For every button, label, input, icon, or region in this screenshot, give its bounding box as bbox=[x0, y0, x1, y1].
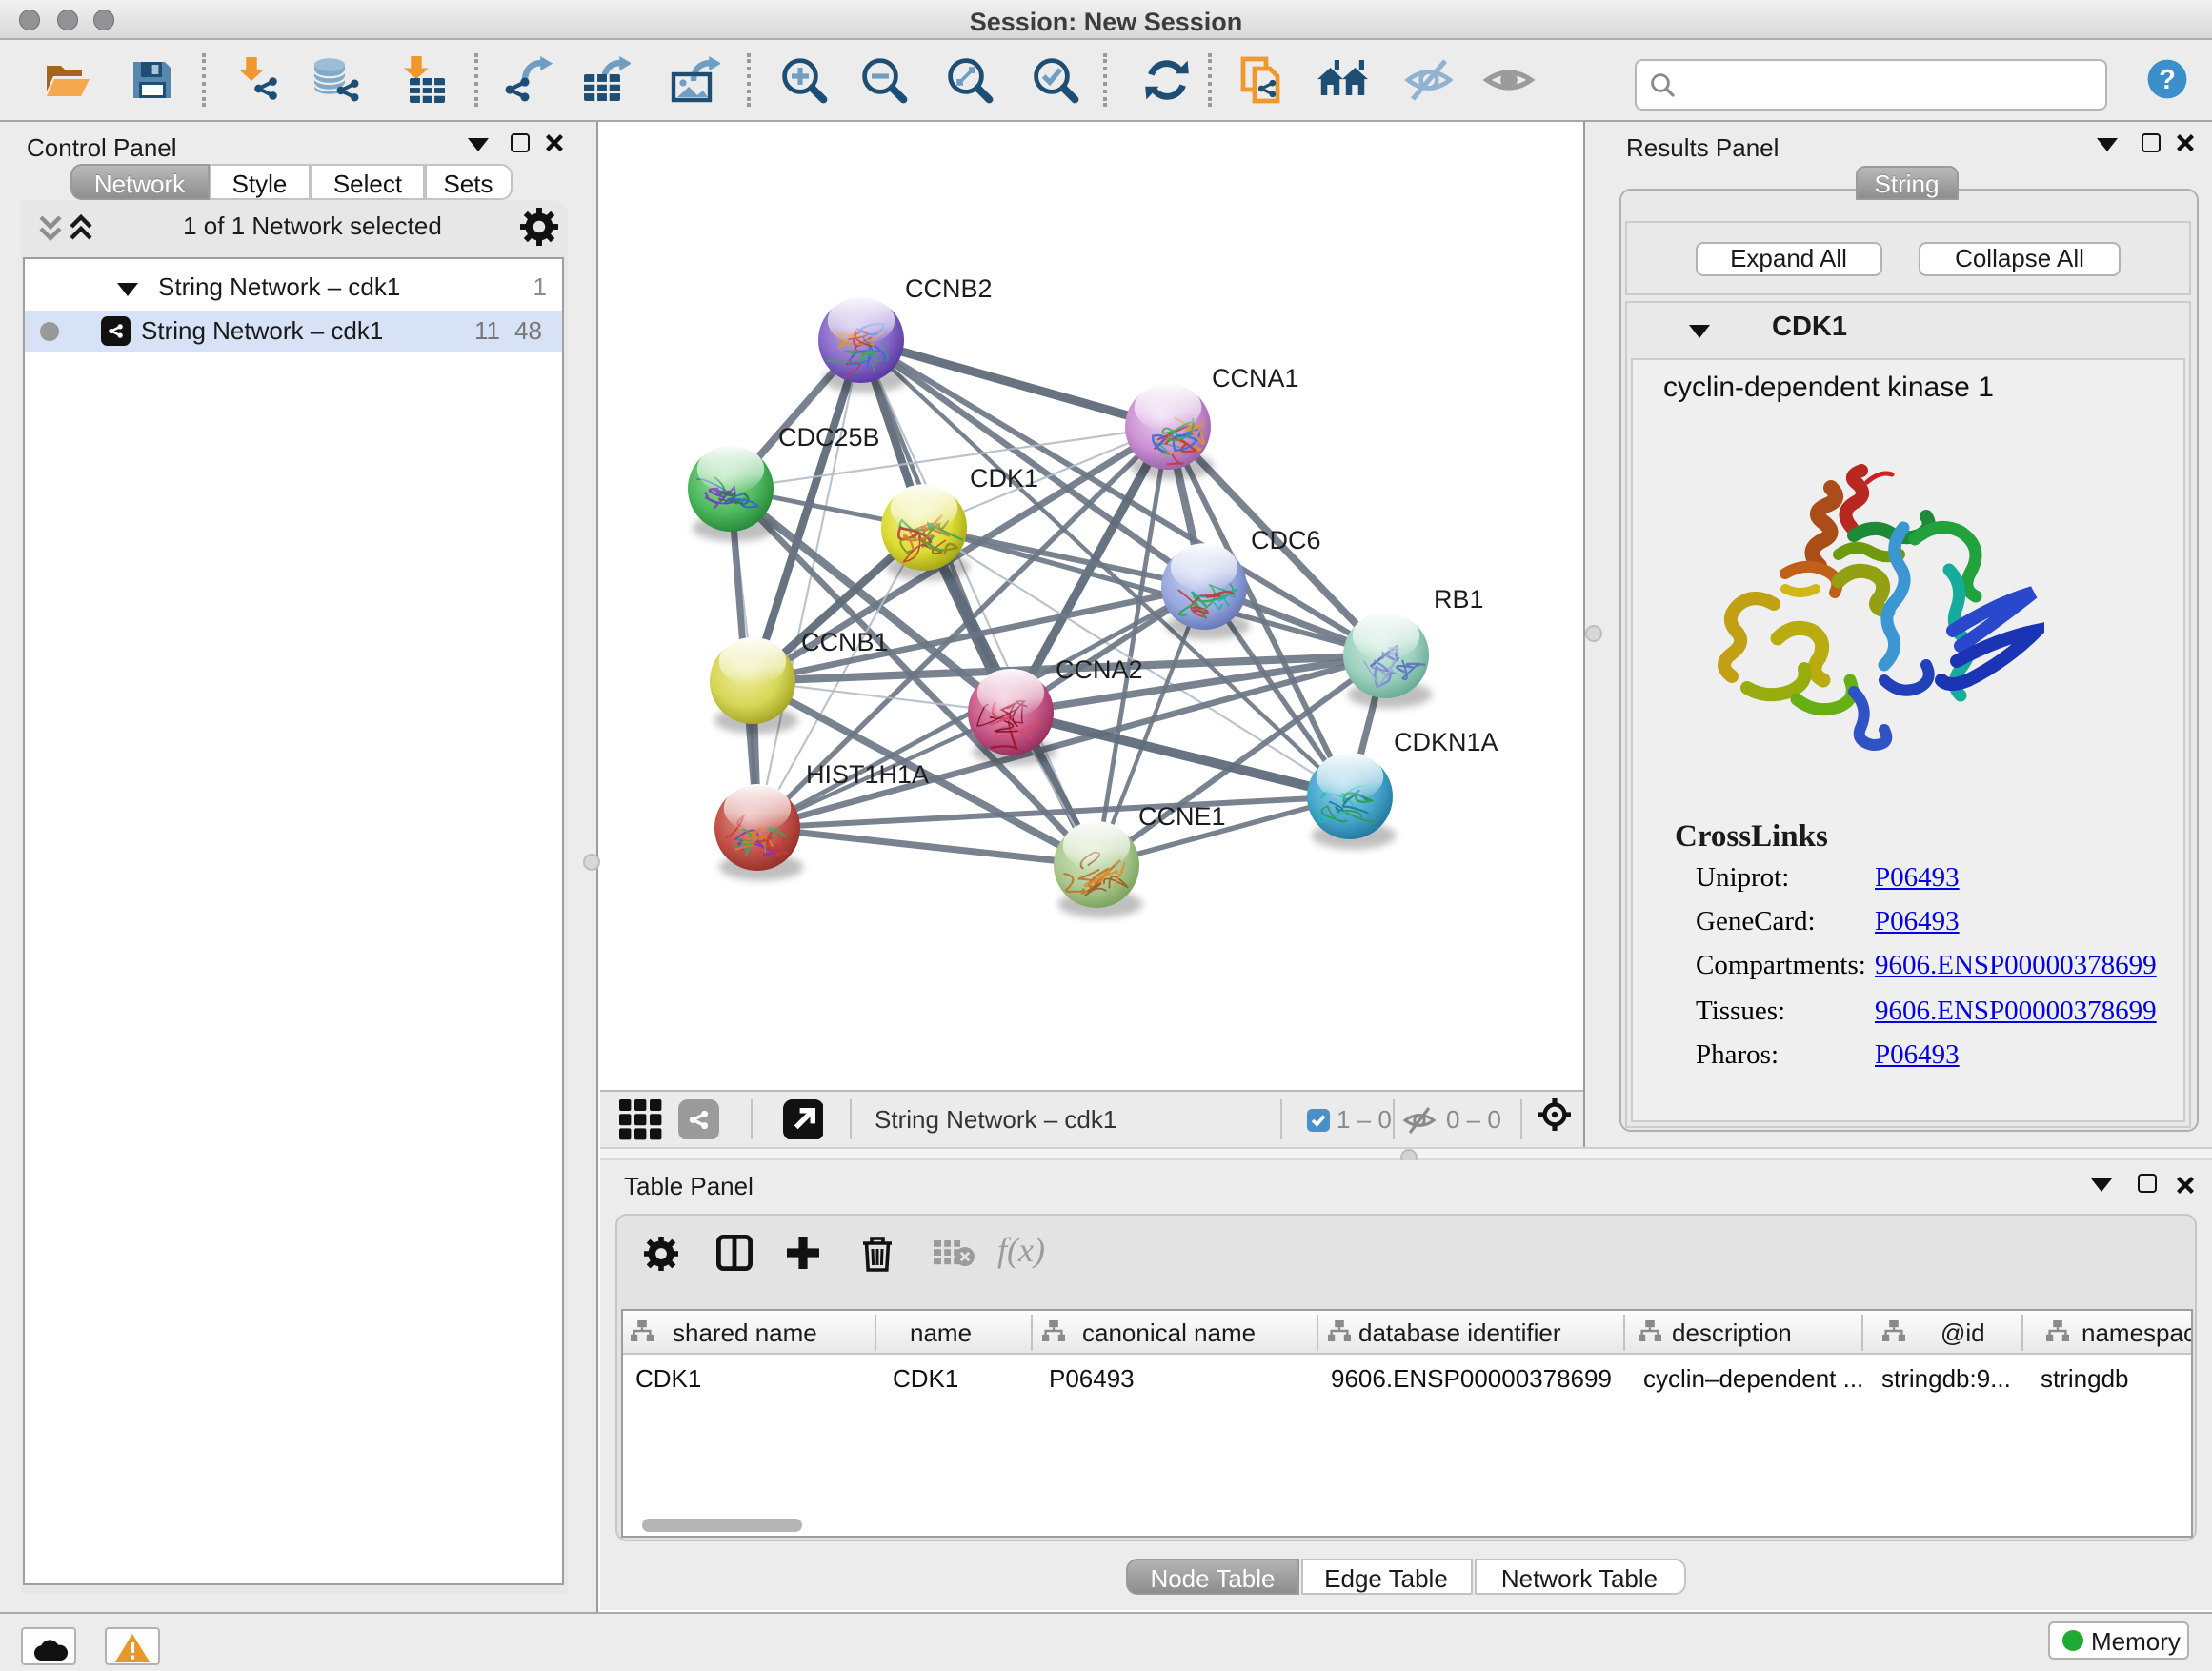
svg-text:?: ? bbox=[2158, 64, 2175, 94]
svg-text:CDKN1A: CDKN1A bbox=[1393, 727, 1498, 755]
svg-text:CCNE1: CCNE1 bbox=[1137, 801, 1225, 830]
svg-text:CDK1: CDK1 bbox=[969, 463, 1037, 492]
svg-text:CCNB2: CCNB2 bbox=[904, 273, 992, 302]
svg-text:CCNA2: CCNA2 bbox=[1055, 654, 1142, 683]
svg-text:CDC25B: CDC25B bbox=[777, 422, 879, 451]
svg-text:CCNA1: CCNA1 bbox=[1211, 363, 1298, 392]
svg-text:CDC6: CDC6 bbox=[1250, 525, 1320, 554]
svg-text:RB1: RB1 bbox=[1433, 584, 1483, 613]
svg-text:CCNB1: CCNB1 bbox=[800, 627, 888, 655]
svg-text:HIST1H1A: HIST1H1A bbox=[805, 759, 928, 788]
